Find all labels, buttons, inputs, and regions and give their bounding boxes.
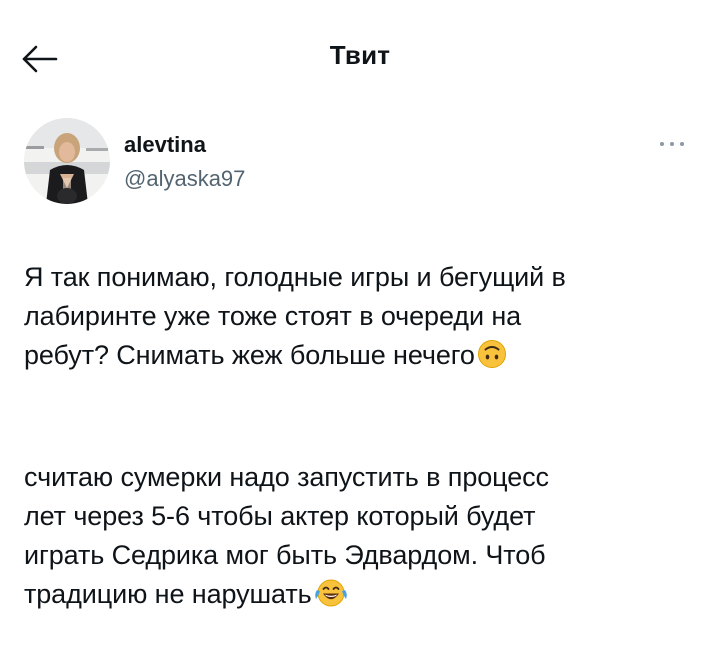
author-handle[interactable]: @alyaska97 bbox=[124, 166, 245, 192]
top-bar: Твит bbox=[0, 0, 720, 100]
tweet-line: лет через 5-6 чтобы актер который будет bbox=[24, 501, 536, 531]
tweet-line: ребут? Снимать жеж больше нечего bbox=[24, 340, 475, 370]
face-with-tears-of-joy-emoji bbox=[314, 578, 348, 619]
tweet-line: считаю сумерки надо запустить в процесс bbox=[24, 462, 549, 492]
tweet-text: Я так понимаю, голодные игры и бегущий в… bbox=[24, 258, 704, 619]
tweet-line: Я так понимаю, голодные игры и бегущий в bbox=[24, 262, 566, 292]
page-title: Твит bbox=[329, 40, 391, 70]
tweet-line: традицию не нарушать bbox=[24, 579, 312, 609]
profile-avatar-image bbox=[24, 118, 110, 204]
avatar[interactable] bbox=[24, 118, 110, 204]
upside-down-face-emoji bbox=[477, 339, 507, 380]
tweet-paragraph: Я так понимаю, голодные игры и бегущий в… bbox=[24, 258, 704, 380]
more-options-button[interactable] bbox=[656, 134, 688, 154]
tweet-line: лабиринте уже тоже стоят в очереди на bbox=[24, 301, 522, 331]
tweet-author: alevtina @alyaska97 bbox=[24, 118, 696, 218]
author-display-name[interactable]: alevtina bbox=[124, 132, 206, 158]
tweet-line: играть Седрика мог быть Эдвардом. Чтоб bbox=[24, 540, 546, 570]
more-horizontal-icon bbox=[660, 142, 684, 146]
tweet-paragraph: считаю сумерки надо запустить в процесс … bbox=[24, 458, 704, 619]
